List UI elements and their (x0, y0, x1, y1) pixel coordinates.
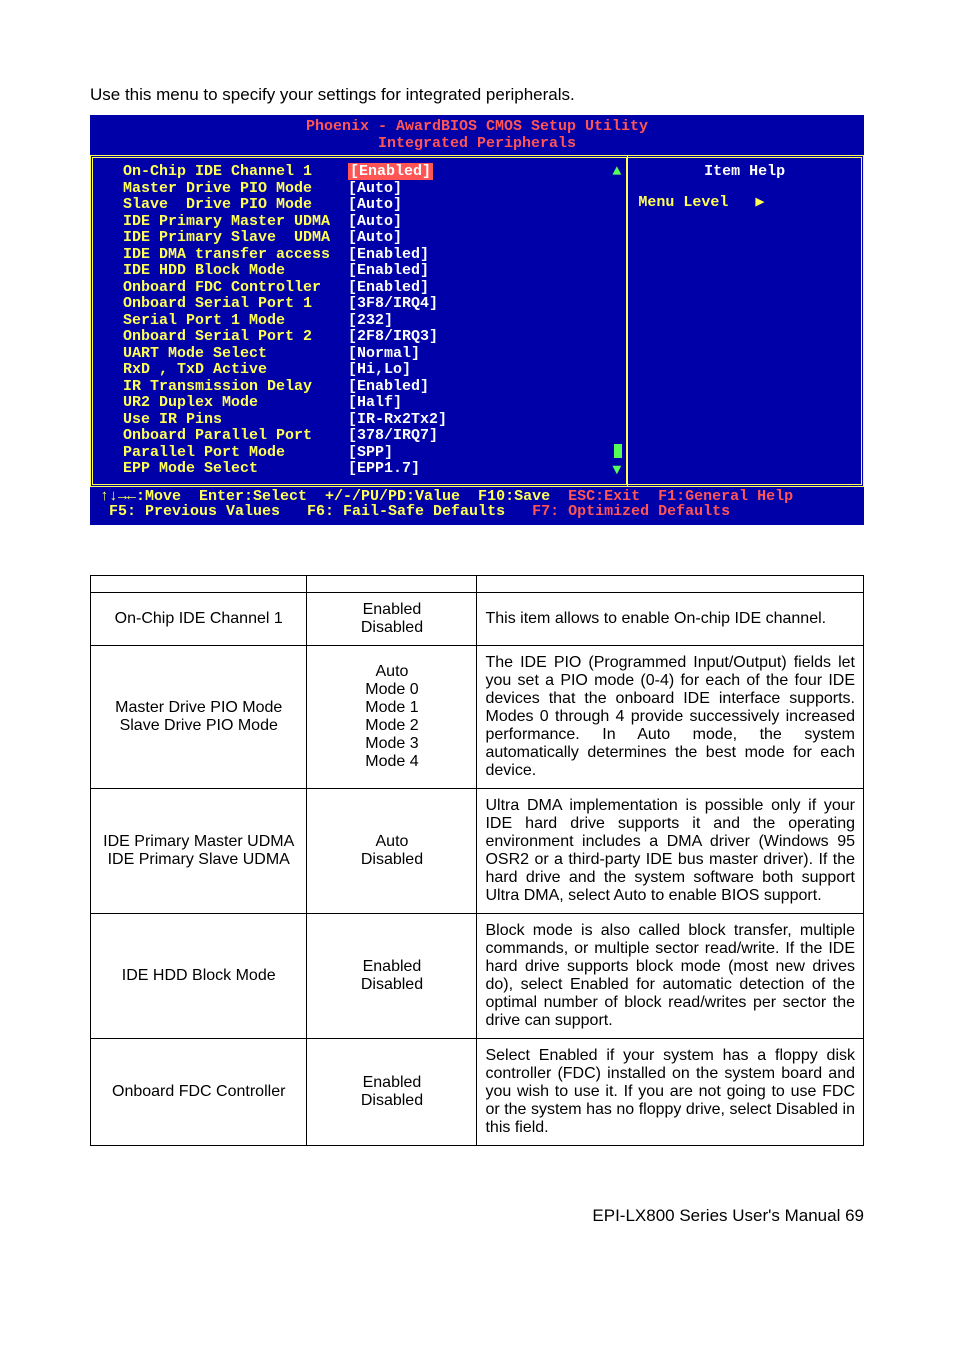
setting-options: EnabledDisabled (307, 913, 477, 1038)
desc-header-info (477, 575, 864, 592)
bios-option-row[interactable]: IR Transmission Delay[Enabled] (123, 379, 618, 396)
option-label: IDE Primary Slave UDMA (123, 230, 348, 247)
scroll-up-icon[interactable]: ▲ (612, 164, 621, 179)
option-label: Onboard Serial Port 1 (123, 296, 348, 313)
option-label: RxD , TxD Active (123, 362, 348, 379)
bios-option-row[interactable]: RxD , TxD Active[Hi,Lo] (123, 362, 618, 379)
option-value[interactable]: [EPP1.7] (348, 460, 420, 477)
setting-options: EnabledDisabled (307, 1038, 477, 1145)
table-row: IDE HDD Block ModeEnabledDisabledBlock m… (91, 913, 864, 1038)
footer-keys-right-2: F7: Optimized Defaults (505, 503, 730, 520)
bios-option-row[interactable]: On-Chip IDE Channel 1[Enabled] (123, 164, 618, 181)
option-value[interactable]: [Enabled] (348, 378, 429, 395)
option-value[interactable]: [Auto] (348, 229, 402, 246)
bios-option-row[interactable]: IDE Primary Slave UDMA[Auto] (123, 230, 618, 247)
option-label: Onboard Parallel Port (123, 428, 348, 445)
option-label: EPP Mode Select (123, 461, 348, 478)
option-label: Serial Port 1 Mode (123, 313, 348, 330)
option-label: Use IR Pins (123, 412, 348, 429)
setting-description: The IDE PIO (Programmed Input/Output) fi… (477, 645, 864, 788)
menu-level: Menu Level ▶ (638, 195, 851, 210)
option-label: IDE Primary Master UDMA (123, 214, 348, 231)
description-table: On-Chip IDE Channel 1EnabledDisabledThis… (90, 575, 864, 1146)
bios-title: Phoenix - AwardBIOS CMOS Setup Utility (90, 115, 864, 136)
option-value[interactable]: [Normal] (348, 345, 420, 362)
option-label: UART Mode Select (123, 346, 348, 363)
bios-option-row[interactable]: Use IR Pins[IR-Rx2Tx2] (123, 412, 618, 429)
option-value[interactable]: [IR-Rx2Tx2] (348, 411, 447, 428)
option-label: IR Transmission Delay (123, 379, 348, 396)
setting-description: Block mode is also called block transfer… (477, 913, 864, 1038)
option-label: IDE HDD Block Mode (123, 263, 348, 280)
bios-subtitle: Integrated Peripherals (90, 136, 864, 155)
option-label: Parallel Port Mode (123, 445, 348, 462)
option-value[interactable]: [Enabled] (348, 262, 429, 279)
bios-option-row[interactable]: IDE Primary Master UDMA[Auto] (123, 214, 618, 231)
table-row: IDE Primary Master UDMAIDE Primary Slave… (91, 788, 864, 913)
setting-description: This item allows to enable On-chip IDE c… (477, 592, 864, 645)
table-row: On-Chip IDE Channel 1EnabledDisabledThis… (91, 592, 864, 645)
footer-keys-left-2: F5: Previous Values F6: Fail-Safe Defaul… (100, 503, 505, 520)
setting-name: Master Drive PIO ModeSlave Drive PIO Mod… (91, 645, 307, 788)
bios-footer: ↑↓→←:Move Enter:Select +/-/PU/PD:Value F… (90, 487, 864, 525)
setting-description: Ultra DMA implementation is possible onl… (477, 788, 864, 913)
setting-name: Onboard FDC Controller (91, 1038, 307, 1145)
bios-option-row[interactable]: Onboard FDC Controller[Enabled] (123, 280, 618, 297)
bios-option-row[interactable]: UR2 Duplex Mode[Half] (123, 395, 618, 412)
setting-options: AutoMode 0Mode 1Mode 2Mode 3Mode 4 (307, 645, 477, 788)
page-footer: EPI-LX800 Series User's Manual 69 (90, 1206, 864, 1226)
option-value[interactable]: [Enabled] (348, 246, 429, 263)
setting-options: AutoDisabled (307, 788, 477, 913)
setting-name: IDE HDD Block Mode (91, 913, 307, 1038)
bios-option-row[interactable]: Onboard Parallel Port[378/IRQ7] (123, 428, 618, 445)
option-label: Onboard FDC Controller (123, 280, 348, 297)
table-row: Master Drive PIO ModeSlave Drive PIO Mod… (91, 645, 864, 788)
desc-header-name (91, 575, 307, 592)
option-value[interactable]: [Auto] (348, 213, 402, 230)
table-row: Onboard FDC ControllerEnabledDisabledSel… (91, 1038, 864, 1145)
help-title: Item Help (638, 164, 851, 179)
bios-option-row[interactable]: Master Drive PIO Mode[Auto] (123, 181, 618, 198)
bios-option-row[interactable]: IDE DMA transfer access[Enabled] (123, 247, 618, 264)
bios-option-row[interactable]: IDE HDD Block Mode[Enabled] (123, 263, 618, 280)
option-value[interactable]: [3F8/IRQ4] (348, 295, 438, 312)
option-value[interactable]: [232] (348, 312, 393, 329)
scrollbar-thumb[interactable] (614, 444, 622, 458)
setting-name: On-Chip IDE Channel 1 (91, 592, 307, 645)
bios-options-pane[interactable]: ▲ On-Chip IDE Channel 1[Enabled]Master D… (90, 155, 628, 487)
option-value[interactable]: [Auto] (348, 180, 402, 197)
option-value[interactable]: [2F8/IRQ3] (348, 328, 438, 345)
bios-option-row[interactable]: UART Mode Select[Normal] (123, 346, 618, 363)
bios-option-row[interactable]: Parallel Port Mode[SPP] (123, 445, 618, 462)
option-value[interactable]: [Hi,Lo] (348, 361, 411, 378)
option-label: Onboard Serial Port 2 (123, 329, 348, 346)
option-value[interactable]: [Enabled] (348, 279, 429, 296)
option-value[interactable]: [Enabled] (348, 163, 433, 180)
option-label: Master Drive PIO Mode (123, 181, 348, 198)
option-value[interactable]: [Half] (348, 394, 402, 411)
option-value[interactable]: [SPP] (348, 444, 393, 461)
menu-level-arrow-icon: ▶ (755, 194, 764, 211)
bios-option-row[interactable]: EPP Mode Select[EPP1.7] (123, 461, 618, 478)
bios-help-pane: Item Help Menu Level ▶ (628, 155, 864, 487)
scroll-down-icon[interactable]: ▼ (612, 463, 621, 478)
setting-description: Select Enabled if your system has a flop… (477, 1038, 864, 1145)
setting-name: IDE Primary Master UDMAIDE Primary Slave… (91, 788, 307, 913)
option-label: IDE DMA transfer access (123, 247, 348, 264)
intro-text: Use this menu to specify your settings f… (90, 85, 864, 105)
option-label: UR2 Duplex Mode (123, 395, 348, 412)
bios-window: Phoenix - AwardBIOS CMOS Setup Utility I… (90, 115, 864, 525)
desc-header-opt (307, 575, 477, 592)
option-value[interactable]: [Auto] (348, 196, 402, 213)
option-value[interactable]: [378/IRQ7] (348, 427, 438, 444)
menu-level-label: Menu Level (638, 194, 728, 211)
bios-option-row[interactable]: Serial Port 1 Mode[232] (123, 313, 618, 330)
option-label: On-Chip IDE Channel 1 (123, 164, 348, 181)
bios-option-row[interactable]: Onboard Serial Port 1[3F8/IRQ4] (123, 296, 618, 313)
setting-options: EnabledDisabled (307, 592, 477, 645)
bios-option-row[interactable]: Onboard Serial Port 2[2F8/IRQ3] (123, 329, 618, 346)
option-label: Slave Drive PIO Mode (123, 197, 348, 214)
bios-option-row[interactable]: Slave Drive PIO Mode[Auto] (123, 197, 618, 214)
